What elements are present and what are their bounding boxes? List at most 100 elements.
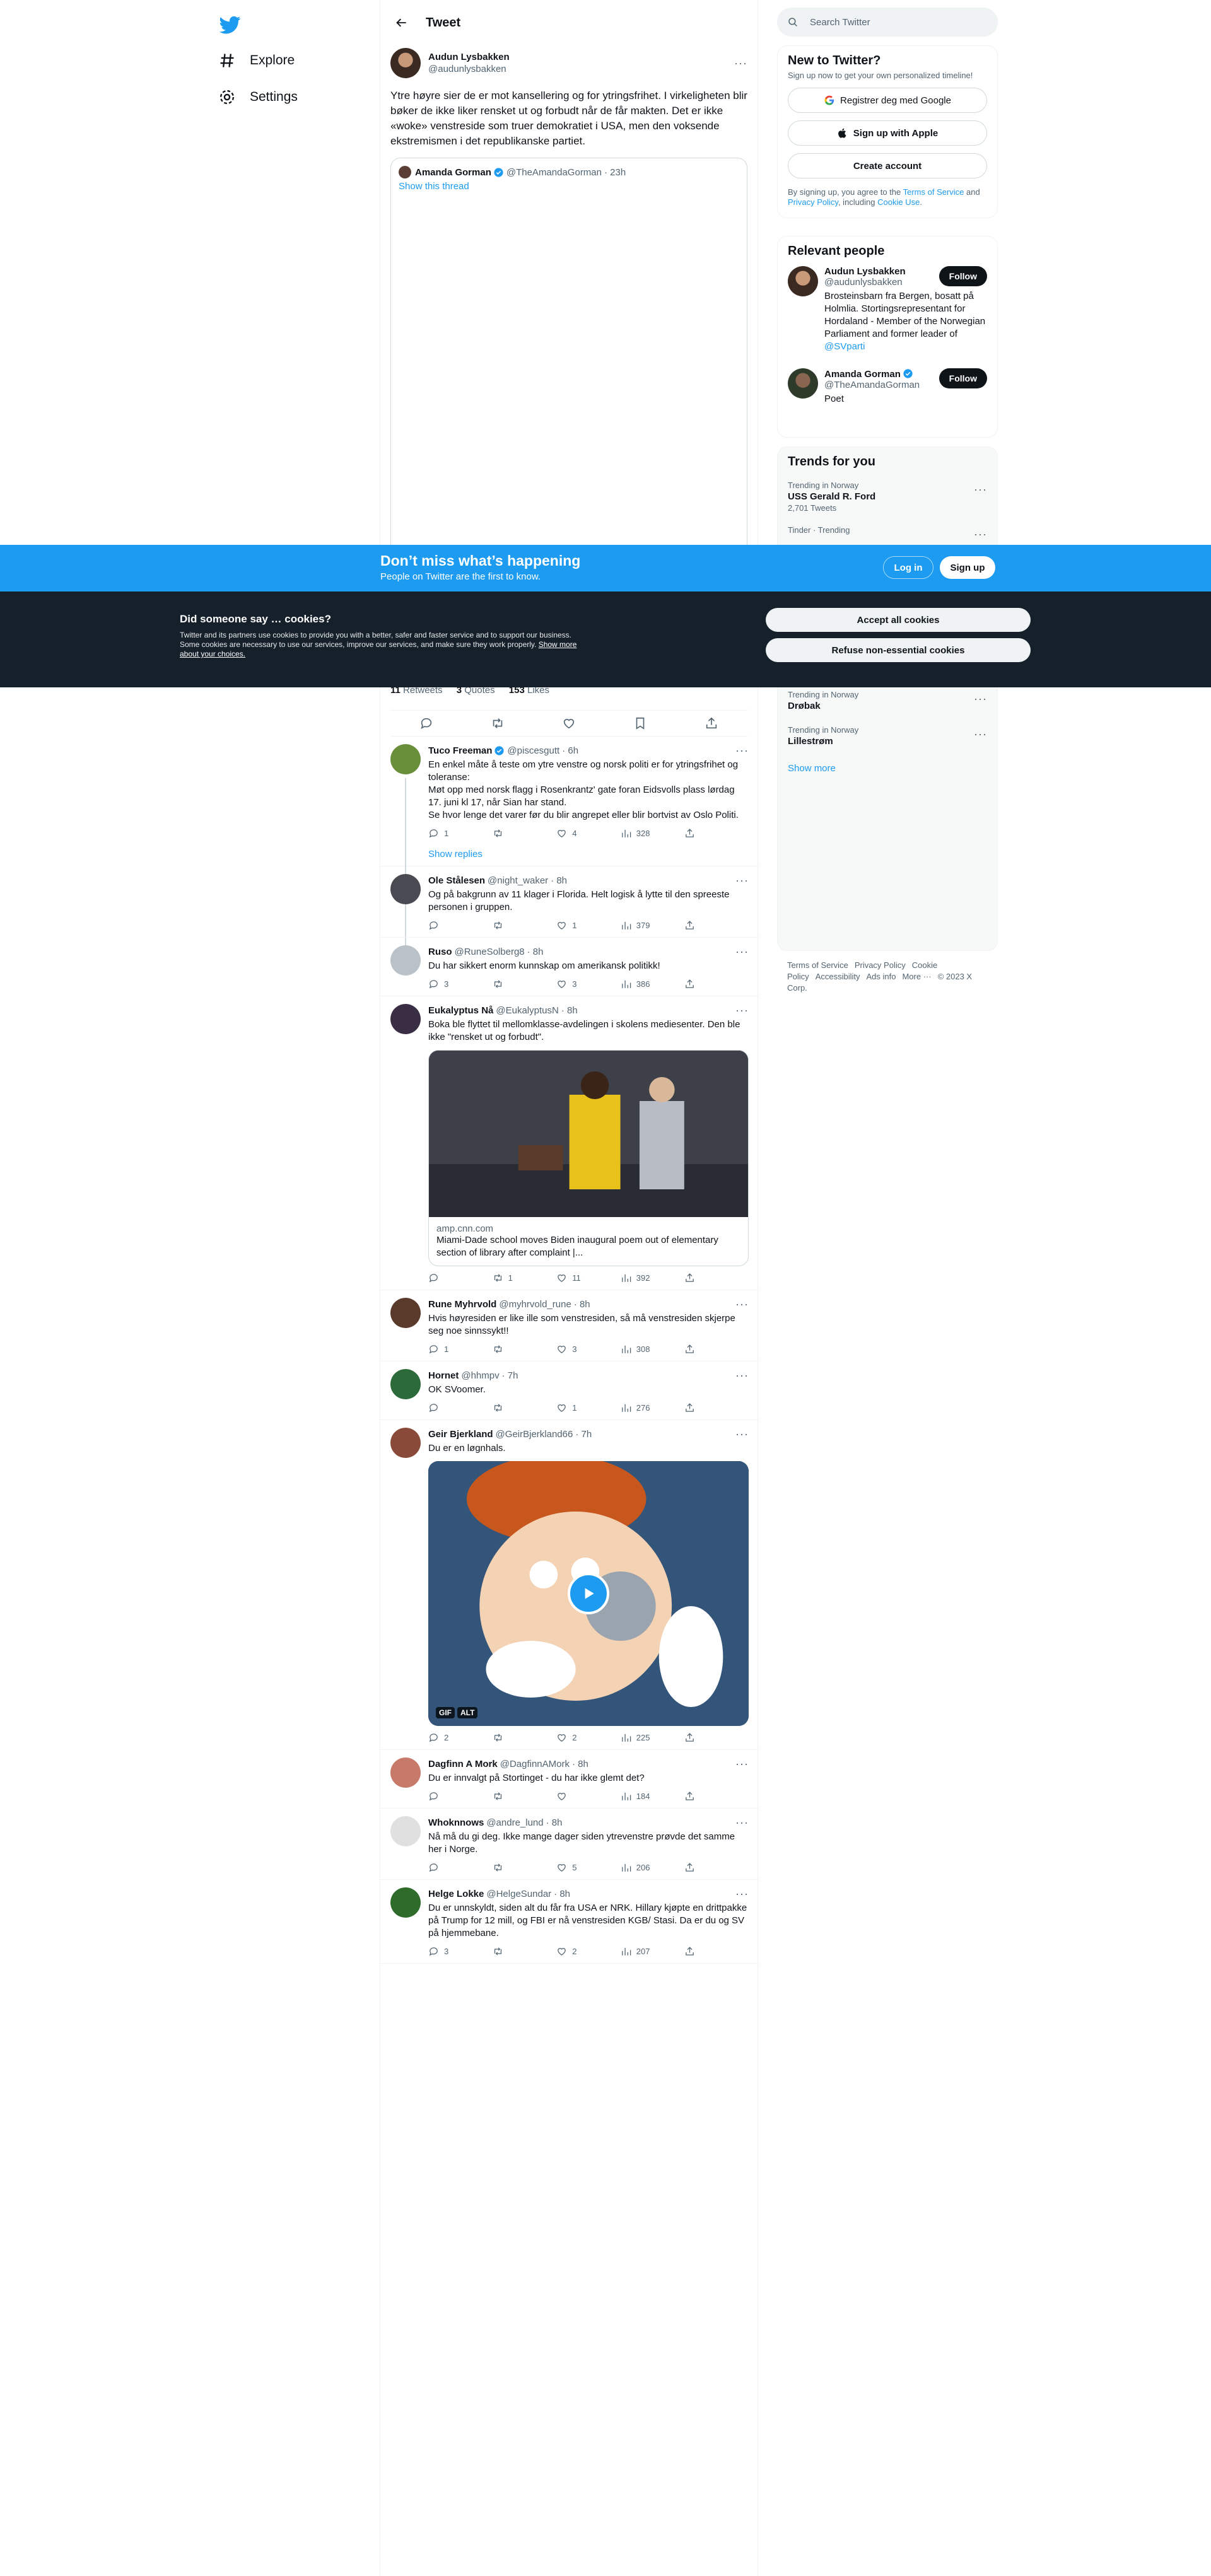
back-button[interactable]	[390, 11, 413, 34]
reply-action[interactable]: 1	[428, 828, 493, 839]
heart-action[interactable]: 1	[556, 1402, 621, 1413]
reply-author-handle[interactable]: @hhmpv	[461, 1370, 499, 1381]
heart-icon[interactable]	[562, 716, 576, 730]
login-button[interactable]: Log in	[883, 556, 933, 579]
more-icon[interactable]: ···	[735, 1004, 749, 1017]
avatar[interactable]	[390, 1757, 421, 1788]
avatar[interactable]	[390, 1428, 421, 1458]
share-action[interactable]	[684, 1791, 749, 1802]
footer-link[interactable]: Terms of Service	[787, 960, 848, 970]
share-action[interactable]	[684, 1946, 749, 1957]
show-thread-link[interactable]: Show this thread	[399, 181, 739, 192]
heart-action[interactable]	[556, 1791, 621, 1802]
reply-author-name[interactable]: Rune Myhrvold	[428, 1299, 496, 1310]
reply-action[interactable]	[428, 1402, 493, 1413]
avatar[interactable]	[390, 1369, 421, 1399]
reply-time[interactable]: · 8h	[561, 1005, 578, 1016]
trend-item[interactable]: Trending in Norway Drøbak ···	[778, 684, 997, 719]
retweet-action[interactable]	[493, 1344, 557, 1355]
retweet-action[interactable]	[493, 1402, 557, 1413]
avatar[interactable]	[390, 744, 421, 774]
nav-explore[interactable]: Explore	[218, 44, 295, 77]
heart-action[interactable]: 3	[556, 979, 621, 989]
reply-time[interactable]: · 7h	[575, 1429, 592, 1440]
reply-time[interactable]: · 8h	[572, 1759, 588, 1769]
heart-action[interactable]: 4	[556, 828, 621, 839]
nav-settings[interactable]: Settings	[218, 81, 298, 114]
share-action[interactable]	[684, 1273, 749, 1283]
reply-icon[interactable]	[419, 716, 433, 730]
more-icon[interactable]: ···	[735, 1816, 749, 1829]
person-name[interactable]: Audun Lysbakken	[824, 266, 934, 277]
link-card[interactable]: amp.cnn.com Miami-Dade school moves Biden…	[428, 1050, 749, 1266]
search-input[interactable]: Search Twitter	[777, 8, 998, 37]
show-more-link[interactable]: Show more	[778, 754, 997, 784]
retweet-icon[interactable]	[491, 716, 505, 730]
more-icon[interactable]: ···	[735, 945, 749, 959]
reply-author-name[interactable]: Hornet	[428, 1370, 459, 1381]
retweet-action[interactable]	[493, 828, 557, 839]
reply-author-handle[interactable]: @RuneSolberg8	[455, 947, 525, 957]
google-signup-button[interactable]: Registrer deg med Google	[788, 88, 987, 113]
author-name[interactable]: Audun Lysbakken	[428, 52, 510, 62]
reply-action[interactable]	[428, 1791, 493, 1802]
reply-time[interactable]: · 8h	[554, 1889, 570, 1899]
reply-action[interactable]: 1	[428, 1344, 493, 1355]
follow-button[interactable]: Follow	[939, 266, 987, 286]
more-icon[interactable]: ···	[735, 1428, 749, 1441]
share-action[interactable]	[684, 1402, 749, 1413]
reply-author-name[interactable]: Dagfinn A Mork	[428, 1759, 498, 1769]
retweet-action[interactable]	[493, 1791, 557, 1802]
avatar[interactable]	[390, 874, 421, 904]
reply-author-handle[interactable]: @andre_lund	[486, 1817, 543, 1828]
avatar[interactable]	[390, 1004, 421, 1034]
views-action[interactable]: 308	[621, 1344, 685, 1355]
reply-tweet[interactable]: Whoknnows @andre_lund · 8h ··· Nå må du …	[380, 1809, 759, 1880]
person-name[interactable]: Amanda Gorman	[824, 368, 934, 380]
author-handle[interactable]: @audunlysbakken	[428, 64, 510, 74]
reply-tweet[interactable]: Dagfinn A Mork @DagfinnAMork · 8h ··· Du…	[380, 1750, 759, 1809]
reply-author-handle[interactable]: @piscesgutt	[507, 745, 559, 756]
share-action[interactable]	[684, 1732, 749, 1743]
reply-tweet[interactable]: Helge Lokke @HelgeSundar · 8h ··· Du er …	[380, 1880, 759, 1964]
follow-button[interactable]: Follow	[939, 368, 987, 388]
avatar[interactable]	[390, 48, 421, 78]
create-account-button[interactable]: Create account	[788, 153, 987, 178]
reply-time[interactable]: · 6h	[562, 745, 578, 756]
heart-action[interactable]: 2	[556, 1732, 621, 1743]
more-icon[interactable]: ···	[735, 874, 749, 887]
share-action[interactable]	[684, 1344, 749, 1355]
reply-action[interactable]: 2	[428, 1732, 493, 1743]
retweet-action[interactable]	[493, 1732, 557, 1743]
views-action[interactable]: 207	[621, 1946, 685, 1957]
more-icon[interactable]: ···	[735, 1369, 749, 1382]
reply-tweet[interactable]: Ruso @RuneSolberg8 · 8h ··· Du har sikke…	[380, 938, 759, 996]
gif-media[interactable]: GIF ALT	[428, 1461, 749, 1726]
reply-author-name[interactable]: Eukalyptus Nå	[428, 1005, 493, 1016]
retweet-action[interactable]	[493, 979, 557, 989]
reply-tweet[interactable]: Rune Myhrvold @myhrvold_rune · 8h ··· Hv…	[380, 1290, 759, 1361]
signup-button[interactable]: Sign up	[940, 556, 995, 579]
share-action[interactable]	[684, 979, 749, 989]
bookmark-icon[interactable]	[633, 716, 647, 730]
reply-author-name[interactable]: Helge Lokke	[428, 1889, 484, 1899]
trend-item[interactable]: Trending in Norway Lillestrøm ···	[778, 719, 997, 754]
terms-link[interactable]: Terms of Service	[903, 187, 964, 197]
more-icon[interactable]: ···	[735, 744, 749, 757]
views-action[interactable]: 379	[621, 920, 685, 931]
reply-tweet[interactable]: Ole Stålesen @night_waker · 8h ··· Og på…	[380, 866, 759, 938]
reply-tweet[interactable]: Geir Bjerkland @GeirBjerkland66 · 7h ···…	[380, 1420, 759, 1750]
reply-author-handle[interactable]: @night_waker	[488, 875, 548, 886]
trend-item[interactable]: Tinder · Trending ···	[778, 519, 997, 542]
avatar[interactable]	[788, 368, 818, 399]
bio-mention-link[interactable]: @SVparti	[824, 341, 865, 352]
heart-action[interactable]: 11	[556, 1273, 621, 1283]
reply-action[interactable]: 3	[428, 1946, 493, 1957]
footer-link[interactable]: Ads info	[866, 972, 896, 981]
play-icon[interactable]	[568, 1573, 609, 1614]
reply-action[interactable]	[428, 920, 493, 931]
views-action[interactable]: 184	[621, 1791, 685, 1802]
reply-author-handle[interactable]: @EukalyptusN	[496, 1005, 558, 1016]
reply-author-name[interactable]: Ruso	[428, 947, 452, 957]
reply-tweet[interactable]: Tuco Freeman @piscesgutt · 6h ··· En enk…	[380, 737, 759, 961]
